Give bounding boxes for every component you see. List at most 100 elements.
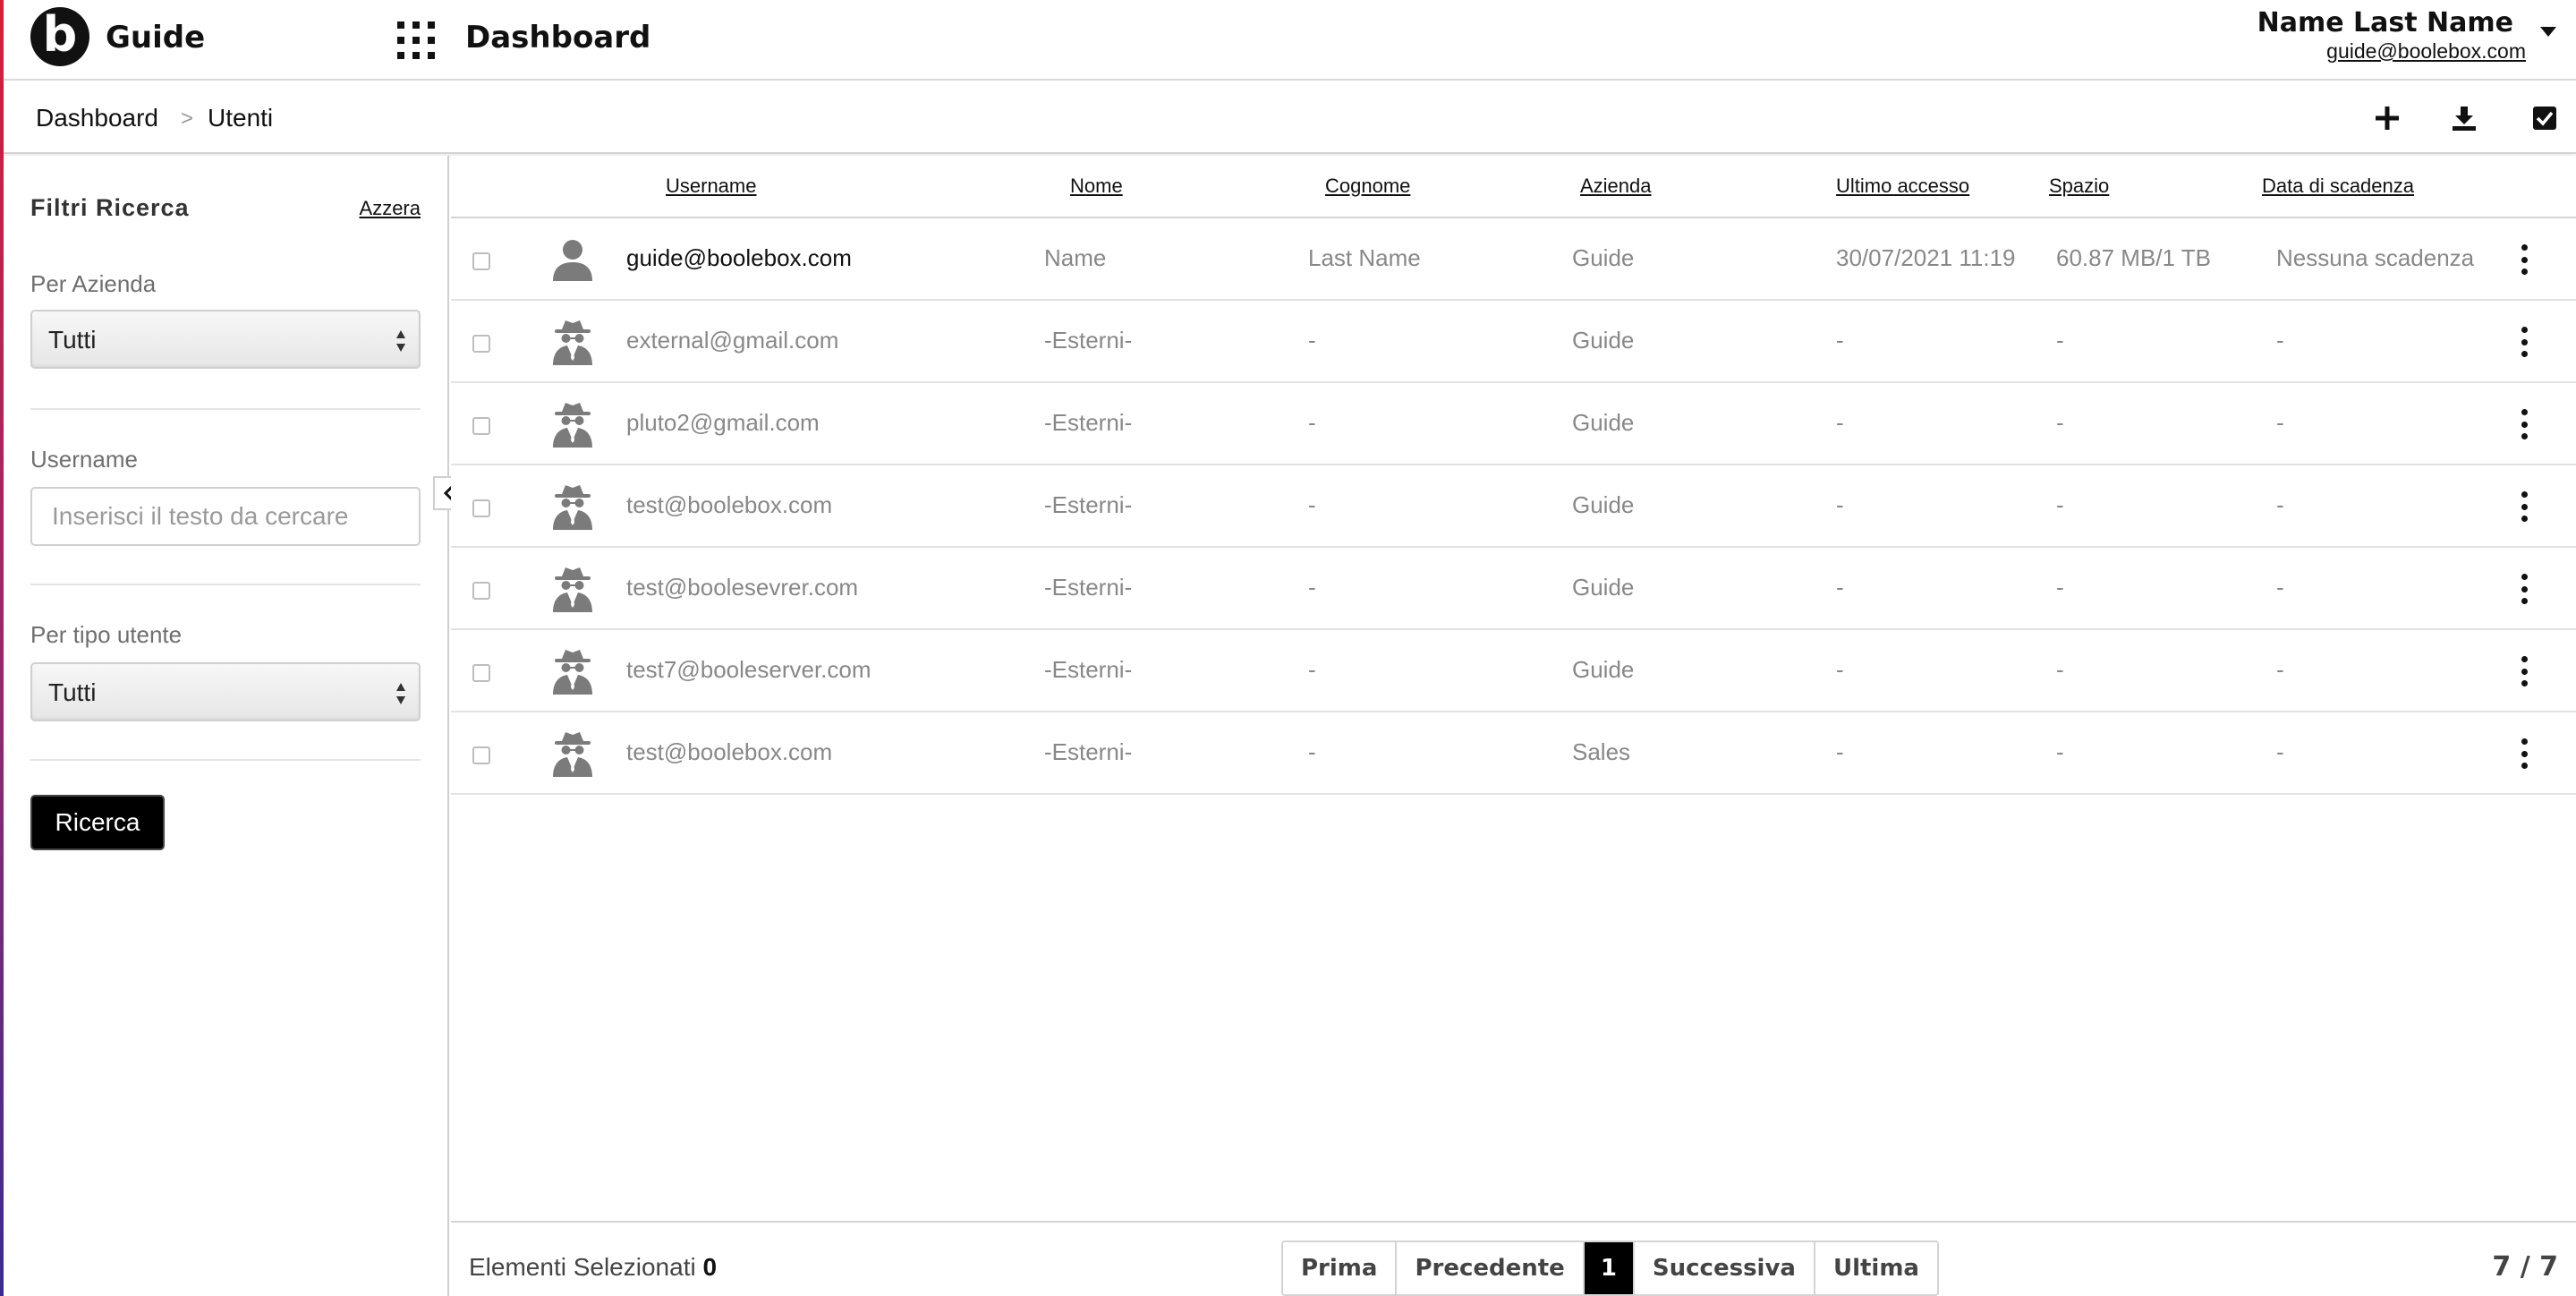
cell-ultimo-accesso: - [1836, 409, 1844, 436]
col-nome[interactable]: Nome [1070, 172, 1123, 200]
cell-username: pluto2@gmail.com [626, 409, 820, 436]
more-vertical-icon[interactable] [2511, 324, 2538, 360]
company-select[interactable]: Tutti [30, 310, 421, 369]
user-avatar [549, 236, 596, 283]
breadcrumb-utenti: Utenti [208, 104, 274, 132]
table-row[interactable]: test7@booleserver.com -Esterni- - Guide - - - [451, 630, 2576, 712]
cell-cognome: - [1308, 491, 1316, 518]
col-username[interactable]: Username [666, 172, 756, 200]
select-all-button[interactable] [2527, 100, 2563, 136]
cell-scadenza: Nessuna scadenza [2276, 244, 2475, 271]
cell-ultimo-accesso: - [1836, 738, 1844, 765]
cell-nome: -Esterni- [1044, 409, 1133, 436]
col-azienda[interactable]: Azienda [1580, 172, 1652, 200]
cell-scadenza: - [2276, 656, 2284, 683]
cell-ultimo-accesso: - [1836, 656, 1844, 683]
external-user-avatar [549, 566, 596, 612]
reset-filters-link[interactable]: Azzera [360, 195, 421, 222]
more-vertical-icon[interactable] [2511, 571, 2538, 607]
breadcrumb-dashboard[interactable]: Dashboard [36, 102, 158, 134]
spy-icon [553, 650, 592, 695]
cell-azienda: Sales [1572, 738, 1631, 765]
spy-icon [553, 485, 592, 530]
checkbox-checked-icon [2533, 107, 2556, 130]
cell-nome: -Esterni- [1044, 491, 1133, 518]
col-data-scadenza[interactable]: Data di scadenza [2262, 172, 2414, 200]
cell-spazio: - [2056, 574, 2064, 601]
row-checkbox[interactable] [472, 582, 490, 600]
cell-cognome: - [1308, 738, 1316, 765]
pagination: Prima Precedente 1 Successiva Ultima [1281, 1241, 1939, 1296]
divider [30, 408, 421, 410]
plus-icon [2376, 107, 2399, 130]
cell-ultimo-accesso: - [1836, 327, 1844, 354]
add-user-button[interactable] [2369, 100, 2405, 136]
users-table: Username Nome Cognome Azienda Ultimo acc… [451, 156, 2576, 1221]
table-row[interactable]: guide@boolebox.com Name Last Name Guide 30/0… [451, 218, 2576, 301]
table-row[interactable]: test@boolebox.com -Esterni- - Guide - - - [451, 465, 2576, 548]
cell-azienda: Guide [1572, 491, 1635, 518]
page-title: Dashboard [465, 20, 651, 55]
cell-scadenza: - [2276, 574, 2284, 601]
selected-items-count: 0 [702, 1253, 718, 1281]
row-checkbox[interactable] [472, 664, 490, 682]
top-bar: b Guide Dashboard Name Last Name guide@b… [4, 0, 2576, 81]
select-arrows-icon [396, 330, 405, 352]
cell-azienda: Guide [1572, 244, 1635, 271]
table-row[interactable]: test@boolesevrer.com -Esterni- - Guide - - - [451, 548, 2576, 630]
app-title: Guide [106, 20, 206, 55]
app-logo[interactable]: b [30, 7, 89, 66]
spy-icon [553, 567, 592, 612]
user-icon [553, 240, 592, 281]
cell-cognome: - [1308, 409, 1316, 436]
cell-username: external@gmail.com [626, 327, 839, 354]
pager-last[interactable]: Ultima [1815, 1242, 1937, 1294]
username-search-input[interactable] [30, 487, 421, 546]
table-footer: Elementi Selezionati 0 Prima Precedente … [451, 1221, 2576, 1296]
cell-nome: Name [1044, 244, 1107, 271]
company-select-value: Tutti [48, 326, 97, 354]
cell-username: test@boolebox.com [626, 738, 833, 765]
more-vertical-icon[interactable] [2511, 406, 2538, 442]
pager-current[interactable]: 1 [1584, 1242, 1635, 1294]
col-spazio[interactable]: Spazio [2049, 172, 2109, 200]
cell-ultimo-accesso: 30/07/2021 11:19 [1836, 244, 2016, 271]
more-vertical-icon[interactable] [2511, 489, 2538, 524]
caret-down-icon[interactable] [2540, 27, 2556, 37]
table-row[interactable]: pluto2@gmail.com -Esterni- - Guide - - - [451, 383, 2576, 465]
pager-prev[interactable]: Precedente [1397, 1242, 1585, 1294]
more-vertical-icon[interactable] [2511, 653, 2538, 689]
divider [30, 584, 421, 585]
external-user-avatar [549, 401, 596, 448]
table-row[interactable]: test@boolebox.com -Esterni- - Sales - - - [451, 712, 2576, 795]
spy-icon [553, 403, 592, 448]
cell-scadenza: - [2276, 409, 2284, 436]
pager-next[interactable]: Successiva [1634, 1242, 1815, 1294]
username-filter-label: Username [30, 446, 138, 473]
row-checkbox[interactable] [472, 252, 490, 270]
user-email[interactable]: guide@boolebox.com [2326, 38, 2526, 64]
table-row[interactable]: external@gmail.com -Esterni- - Guide - - - [451, 301, 2576, 383]
cell-username: test@boolebox.com [626, 491, 833, 518]
col-cognome[interactable]: Cognome [1325, 172, 1410, 200]
cell-ultimo-accesso: - [1836, 491, 1844, 518]
external-user-avatar [549, 648, 596, 695]
user-name[interactable]: Name Last Name [2257, 7, 2513, 39]
usertype-select-value: Tutti [48, 678, 97, 706]
more-vertical-icon[interactable] [2511, 242, 2538, 277]
download-button[interactable] [2446, 100, 2482, 136]
cell-cognome: Last Name [1308, 244, 1421, 271]
pager-first[interactable]: Prima [1283, 1242, 1398, 1294]
company-filter-label: Per Azienda [30, 270, 157, 297]
row-checkbox[interactable] [472, 746, 490, 764]
col-ultimo-accesso[interactable]: Ultimo accesso [1836, 172, 1969, 200]
usertype-select[interactable]: Tutti [30, 662, 421, 721]
row-checkbox[interactable] [472, 335, 490, 353]
search-button[interactable]: Ricerca [30, 795, 165, 850]
more-vertical-icon[interactable] [2511, 736, 2538, 772]
row-checkbox[interactable] [472, 499, 490, 517]
row-checkbox[interactable] [472, 417, 490, 435]
cell-ultimo-accesso: - [1836, 574, 1844, 601]
apps-grid-icon[interactable] [397, 21, 435, 59]
filters-title: Filtri Ricerca [30, 194, 190, 221]
